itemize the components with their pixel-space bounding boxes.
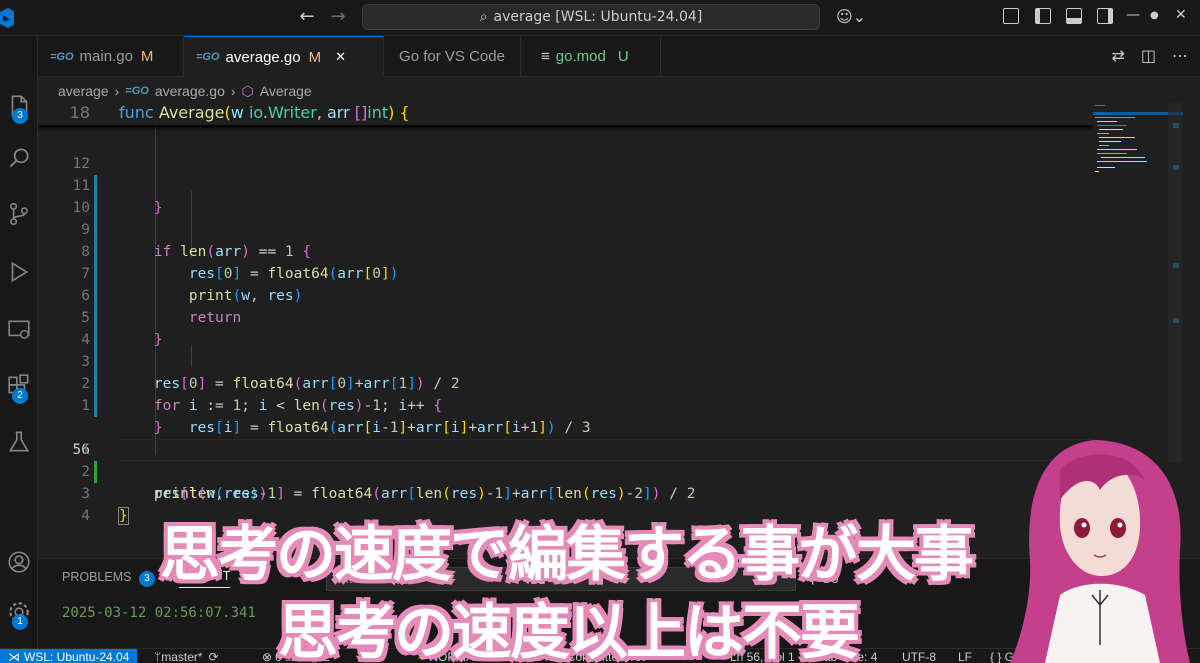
go-file-icon: =GO	[50, 50, 74, 63]
vtuber-avatar	[1010, 440, 1190, 663]
code-line: 3 }	[38, 461, 1093, 525]
caption-line-2: 思考の速度以上は不要	[278, 598, 860, 663]
code-line: 6 }	[38, 263, 1093, 348]
code-line: 2 res[i] = float64(arr[i-1]+arr[i]+arr[i…	[38, 351, 1093, 436]
code-editor[interactable]: 18 func Average(w io.Writer, arr []int) …	[38, 103, 1093, 553]
more-actions-icon[interactable]: ⋯	[1172, 46, 1188, 65]
testing-icon[interactable]	[0, 422, 38, 462]
code-line: 12 }	[38, 131, 1093, 216]
extensions-badge: 2	[12, 388, 28, 404]
tab-untracked-indicator: U	[617, 48, 629, 65]
chevron-right-icon: ›	[230, 83, 236, 99]
line-number: 18	[69, 103, 90, 122]
split-editor-icon[interactable]: ◫	[1141, 46, 1156, 65]
editor-scrollbar[interactable]	[1168, 103, 1182, 463]
code-line: 9 res[0] = float64(arr[0])	[38, 197, 1093, 282]
command-center[interactable]: ⌕ average [WSL: Ubuntu-24.04]	[362, 4, 820, 30]
error-icon: ⊗	[262, 649, 273, 663]
open-changes-icon[interactable]: ⇄	[1111, 46, 1124, 65]
branch-label: master*	[161, 649, 203, 663]
source-control-icon[interactable]	[0, 194, 38, 234]
end-of-line[interactable]: LF	[958, 649, 972, 663]
sticky-scroll-line[interactable]: 18 func Average(w io.Writer, arr []int) …	[38, 103, 1093, 125]
remote-indicator[interactable]: ⋊ WSL: Ubuntu-24.04	[0, 649, 138, 663]
current-code-line: 56 res[len(res)-1] = float64(arr[len(res…	[38, 395, 1093, 502]
breadcrumb: average › =GO average.go › ⬡ Average	[38, 79, 312, 103]
customize-layout-icon[interactable]	[1003, 8, 1019, 24]
symbol-method-icon: ⬡	[241, 82, 254, 99]
editor-tab-bar: =GO main.go M =GO average.go M ✕ Go for …	[38, 36, 1200, 77]
toggle-secondary-sidebar-icon[interactable]	[1097, 8, 1113, 24]
git-branch-icon: ᛘ	[154, 649, 162, 663]
close-tab-icon[interactable]: ✕	[335, 49, 346, 65]
code-line: 1	[38, 417, 1093, 458]
tab-label: go.mod	[555, 48, 606, 65]
breadcrumb-folder[interactable]: average	[58, 83, 109, 99]
vscode-logo-icon	[0, 8, 14, 28]
command-center-label: average [WSL: Ubuntu-24.04]	[493, 9, 703, 25]
tab-label: average.go	[225, 48, 301, 66]
maximize-button[interactable]: ●	[1150, 10, 1159, 21]
code-line: 3 for i := 1; i < len(res)-1; i++ {	[38, 329, 1093, 414]
remote-icon: ⋊	[8, 649, 20, 663]
breadcrumb-symbol[interactable]: Average	[260, 83, 312, 99]
file-lines-icon: ≡	[541, 48, 550, 65]
code-line: 8 print(w, res)	[38, 219, 1093, 304]
caption-line-1: 思考の速度で編集する事が大事	[160, 520, 974, 590]
tab-label: Go for VS Code	[399, 48, 505, 65]
tab-label: PROBLEMS	[62, 570, 132, 584]
code-line: 7 return	[38, 241, 1093, 326]
tab-go-for-vscode[interactable]: Go for VS Code	[384, 36, 521, 77]
line-number: 4	[81, 508, 90, 524]
code-line: 4	[38, 483, 1093, 524]
tab-label: main.go	[79, 48, 133, 65]
chevron-right-icon: ›	[114, 83, 120, 99]
forward-icon[interactable]: →	[327, 6, 349, 27]
remote-label: WSL: Ubuntu-24.04	[24, 649, 130, 663]
toggle-sidebar-icon[interactable]	[1035, 8, 1051, 24]
explorer-icon[interactable]: 3	[0, 86, 38, 126]
code-line: 10 if len(arr) == 1 {	[38, 175, 1093, 260]
code-line: 4 res[0] = float64(arr[0]+arr[1]) / 2	[38, 307, 1093, 392]
encoding[interactable]: UTF-8	[902, 649, 936, 663]
toggle-panel-icon[interactable]	[1066, 8, 1082, 24]
code-text: }	[118, 507, 129, 525]
output-log-line: 2025-03-12 02:56:07.341	[62, 605, 256, 621]
minimize-button[interactable]: —	[1126, 7, 1140, 23]
back-icon[interactable]: ←	[296, 6, 318, 27]
sync-icon: ⟳	[208, 649, 219, 663]
go-file-icon: =GO	[125, 85, 149, 97]
close-window-button[interactable]: ✕	[1175, 7, 1187, 23]
problems-badge: 3	[138, 571, 155, 587]
run-debug-icon[interactable]	[0, 252, 38, 292]
accounts-icon[interactable]	[0, 542, 38, 582]
branch-indicator[interactable]: ᛘ master* ⟳	[154, 649, 219, 663]
accounts-badge: 1	[12, 614, 28, 630]
copilot-icon[interactable]: ☺⌄	[836, 7, 866, 26]
code-line: 5	[38, 285, 1093, 351]
tab-average-go[interactable]: =GO average.go M ✕	[184, 36, 384, 77]
explorer-badge: 3	[12, 108, 28, 124]
tab-modified-indicator: M	[140, 48, 154, 65]
code-line: 2 print(w, res)	[38, 439, 1093, 502]
breadcrumb-file[interactable]: average.go	[155, 83, 225, 99]
remote-explorer-icon[interactable]	[0, 310, 38, 350]
code-line: 1 }	[38, 373, 1093, 436]
go-file-icon: =GO	[196, 51, 220, 63]
editor-actions: ⇄ ◫ ⋯	[1111, 46, 1188, 65]
search-icon[interactable]	[0, 138, 38, 178]
tab-main-go[interactable]: =GO main.go M	[38, 36, 184, 77]
extensions-icon[interactable]: 2	[0, 366, 38, 406]
tab-problems[interactable]: PROBLEMS 3	[62, 570, 155, 587]
manage-gear-icon[interactable]: 1	[0, 592, 38, 632]
tab-modified-indicator: M	[308, 48, 322, 66]
code-line: 11	[38, 153, 1093, 219]
title-bar: ← → ⌕ average [WSL: Ubuntu-24.04] ☺⌄ — ●…	[0, 0, 1200, 36]
tab-go-mod[interactable]: ≡ go.mod U	[521, 36, 661, 77]
code-line: func Average(w io.Writer, arr []int) {	[119, 103, 410, 122]
search-icon: ⌕	[479, 9, 488, 25]
activity-bar: 3 2 1	[0, 36, 38, 648]
